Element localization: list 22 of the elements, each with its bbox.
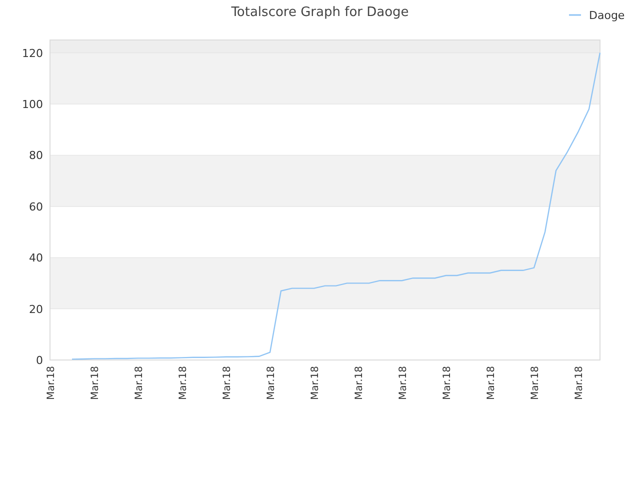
axis-label: 60 — [29, 200, 43, 214]
axis-label: Mar.18 — [574, 366, 585, 400]
axis-label: 20 — [29, 302, 43, 316]
axis-label: Mar.18 — [310, 366, 321, 400]
axis-label: Mar.18 — [46, 366, 57, 400]
axis-label: Mar.18 — [398, 366, 409, 400]
axis-label: Mar.18 — [442, 366, 453, 400]
axis-label: Mar.18 — [134, 366, 145, 400]
axis-label: 0 — [36, 354, 43, 367]
axis-label: 80 — [29, 149, 43, 162]
chart-title: Totalscore Graph for Daoge — [231, 5, 409, 20]
axis-label: 100 — [22, 98, 43, 111]
axis-label: 40 — [29, 252, 43, 265]
axis-label: Mar.18 — [90, 366, 101, 400]
axis-label: Mar.18 — [530, 366, 541, 400]
axis-label: Mar.18 — [354, 366, 365, 400]
axis-label: Mar.18 — [266, 366, 277, 400]
axis-label: 120 — [22, 46, 43, 60]
axis-label: Mar.18 — [222, 366, 233, 400]
axis-label: Mar.18 — [486, 366, 497, 400]
axis-label: Mar.18 — [178, 366, 189, 400]
legend-label: Daoge — [589, 9, 625, 22]
